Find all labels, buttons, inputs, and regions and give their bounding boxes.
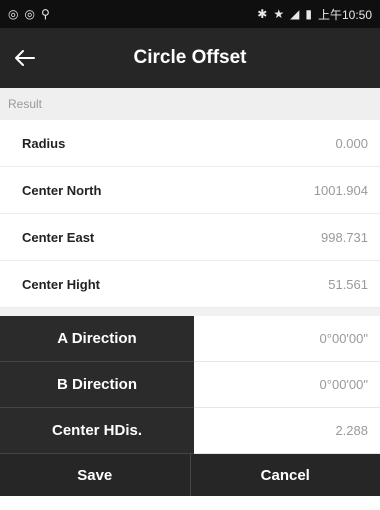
bluetooth-icon: ✱ [257, 7, 268, 21]
back-button[interactable] [0, 28, 48, 88]
result-label: Center East [22, 229, 95, 245]
location-pin-icon: ⚲ [40, 7, 50, 21]
result-row-center-hight: Center Hight 51.561 [0, 261, 380, 308]
arrow-left-icon [15, 50, 35, 66]
result-row-center-north: Center North 1001.904 [0, 167, 380, 214]
result-row-radius: Radius 0.000 [0, 120, 380, 167]
input-label: A Direction [0, 316, 194, 362]
center-hdis-field[interactable]: 2.288 [194, 408, 380, 454]
status-right: ✱ ★ ◢ ▮ 上午10:50 [257, 6, 372, 23]
input-row-a-direction: A Direction 0°00'00" [0, 316, 380, 362]
circle-icon: ◎ [8, 7, 19, 21]
result-label: Radius [22, 135, 66, 151]
input-label: Center HDis. [0, 408, 194, 454]
app-screen: ◎ ◎ ⚲ ✱ ★ ◢ ▮ 上午10:50 Circle Offset Resu… [0, 0, 380, 510]
result-value: 0.000 [335, 135, 368, 151]
input-row-b-direction: B Direction 0°00'00" [0, 362, 380, 408]
circle-icon: ◎ [24, 7, 35, 21]
page-title: Circle Offset [133, 47, 247, 68]
result-label: Center North [22, 182, 102, 198]
title-bar: Circle Offset [0, 28, 380, 88]
result-value: 51.561 [328, 276, 368, 292]
result-row-center-east: Center East 998.731 [0, 214, 380, 261]
section-divider [0, 308, 380, 316]
input-label: B Direction [0, 362, 194, 408]
input-row-center-hdis: Center HDis. 2.288 [0, 408, 380, 454]
a-direction-field[interactable]: 0°00'00" [194, 316, 380, 362]
result-label: Center Hight [22, 276, 100, 292]
result-value: 998.731 [321, 229, 368, 245]
button-bar: Save Cancel [0, 454, 380, 496]
star-icon: ★ [273, 7, 285, 21]
result-section-header: Result [0, 88, 380, 120]
b-direction-field[interactable]: 0°00'00" [194, 362, 380, 408]
status-left: ◎ ◎ ⚲ [8, 8, 50, 20]
status-bar: ◎ ◎ ⚲ ✱ ★ ◢ ▮ 上午10:50 [0, 0, 380, 28]
battery-icon: ▮ [305, 7, 312, 21]
result-value: 1001.904 [313, 182, 368, 198]
cancel-button[interactable]: Cancel [189, 454, 380, 496]
result-list: Radius 0.000 Center North 1001.904 Cente… [0, 120, 380, 308]
status-time: 上午10:50 [317, 7, 372, 22]
input-list: A Direction 0°00'00" B Direction 0°00'00… [0, 316, 380, 454]
signal-icon: ◢ [290, 7, 300, 21]
save-button[interactable]: Save [0, 454, 190, 496]
